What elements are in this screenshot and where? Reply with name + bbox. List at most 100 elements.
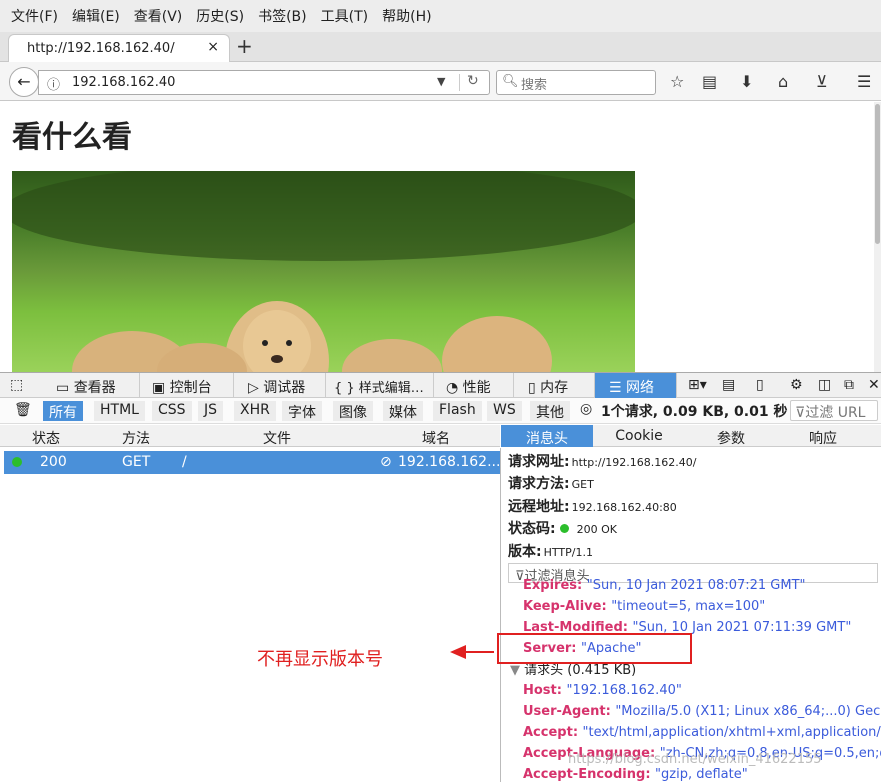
page-title: 看什么看 (12, 120, 132, 155)
menu-help[interactable]: 帮助(H) (375, 6, 438, 26)
filter-other[interactable]: 其他 (530, 401, 570, 421)
puppies-image (12, 171, 635, 372)
url-text[interactable]: 192.168.162.40 (72, 75, 175, 90)
row-method: GET (122, 454, 151, 470)
request-method-row: 请求方法: GET (508, 473, 594, 493)
tab-memory[interactable]: ▯ 内存 (514, 373, 595, 398)
tab-params[interactable]: 参数 (685, 425, 777, 447)
menu-bar: 文件(F) 编辑(E) 查看(V) 历史(S) 书签(B) 工具(T) 帮助(H… (0, 0, 881, 32)
request-summary: 1个请求, 0.09 KB, 0.01 秒 (601, 404, 788, 420)
annotation-text: 不再显示版本号 (257, 649, 383, 670)
status-code-label: 状态码: (508, 521, 556, 537)
filter-media[interactable]: 媒体 (383, 401, 423, 421)
tab-console[interactable]: ▣ 控制台 (140, 373, 234, 398)
new-tab-icon[interactable]: + (236, 34, 253, 58)
responsive-icon[interactable]: ▯ (756, 373, 764, 398)
filter-css[interactable]: CSS (152, 401, 192, 421)
tab-style-editor[interactable]: { } 样式编辑… (326, 373, 434, 398)
status-code-value: 200 OK (576, 523, 617, 536)
tab-memory-label: 内存 (540, 380, 569, 396)
bookmark-star-icon[interactable]: ☆ (670, 72, 684, 91)
tab-response[interactable]: 响应 (777, 425, 869, 447)
col-status[interactable]: 状态 (32, 428, 60, 448)
header-name: Keep-Alive (523, 599, 602, 614)
url-bar[interactable]: ⓘ 192.168.162.40 ▼ ↻ (38, 70, 490, 95)
url-filter-input[interactable]: ⊽过滤 URL (790, 400, 878, 421)
menu-edit[interactable]: 编辑(E) (65, 6, 127, 26)
pick-element-icon[interactable]: ⬚ (10, 373, 40, 398)
col-domain[interactable]: 域名 (422, 428, 450, 448)
download-icon[interactable]: ⬇ (740, 72, 753, 91)
request-header-row: User-Agent: "Mozilla/5.0 (X11; Linux x86… (523, 704, 881, 719)
undock-icon[interactable]: ⧉ (844, 373, 854, 398)
settings-gear-icon[interactable]: ⚙ (790, 373, 803, 398)
header-value: "Mozilla/5.0 (X11; Linux x86_64;...0) Ge… (615, 704, 881, 719)
debugger-icon: ▷ (248, 380, 264, 396)
header-name: Accept-Encoding (523, 767, 646, 782)
tab-inspector[interactable]: ▭ 查看器 (40, 373, 140, 398)
request-url-label: 请求网址: (508, 454, 570, 470)
memory-icon: ▯ (528, 380, 541, 396)
filter-html[interactable]: HTML (94, 401, 145, 421)
header-name: Expires (523, 578, 577, 593)
col-file[interactable]: 文件 (263, 428, 291, 448)
filter-xhr[interactable]: XHR (234, 401, 276, 421)
tab-network[interactable]: ☰ 网络 (595, 373, 677, 398)
reload-stats-icon[interactable]: ◎ (580, 401, 592, 417)
status-code-row: 状态码: 200 OK (508, 518, 617, 538)
header-value: "gzip, deflate" (655, 767, 748, 782)
network-icon: ☰ (609, 380, 627, 396)
collapse-triangle-icon: ▼ (510, 663, 525, 678)
header-value: "timeout=5, max=100" (611, 599, 766, 614)
menu-history[interactable]: 历史(S) (189, 6, 251, 26)
back-button[interactable]: ← (9, 67, 39, 97)
menu-tools[interactable]: 工具(T) (314, 6, 375, 26)
menu-view[interactable]: 查看(V) (127, 6, 190, 26)
tab-debugger[interactable]: ▷ 调试器 (234, 373, 326, 398)
back-arrow-icon: ← (17, 72, 31, 91)
response-header-row: Expires: "Sun, 10 Jan 2021 08:07:21 GMT" (523, 578, 806, 593)
reload-icon[interactable]: ↻ (467, 73, 479, 89)
filter-images[interactable]: 图像 (333, 401, 373, 421)
dock-icon[interactable]: ◫ (818, 373, 831, 398)
scratchpad-icon[interactable]: ▤ (722, 373, 735, 398)
dropdown-arrow-icon[interactable]: ▼ (437, 75, 445, 88)
filter-js[interactable]: JS (198, 401, 224, 421)
search-input[interactable]: 🔍︎ 搜索 (496, 70, 656, 95)
request-list-header: 状态 方法 文件 域名 (0, 425, 500, 447)
split-layout-icon[interactable]: ⊞▾ (688, 373, 707, 398)
version-value: HTTP/1.1 (543, 546, 593, 559)
info-icon[interactable]: ⓘ (47, 74, 60, 93)
browser-tab[interactable]: http://192.168.162.40/ × (8, 34, 230, 63)
filter-ws[interactable]: WS (487, 401, 522, 421)
menu-hamburger-icon[interactable]: ☰ (857, 72, 871, 91)
filter-flash[interactable]: Flash (433, 401, 482, 421)
home-icon[interactable]: ⌂ (778, 72, 788, 91)
watermark: https://blog.csdn.net/weixin_41622155 (568, 752, 822, 767)
remote-address-row: 远程地址: 192.168.162.40:80 (508, 496, 677, 516)
menu-bookmarks[interactable]: 书签(B) (251, 6, 314, 26)
tab-headers[interactable]: 消息头 (501, 425, 593, 447)
filter-fonts[interactable]: 字体 (282, 401, 322, 421)
performance-icon: ◔ (446, 380, 463, 396)
network-filter-bar: 🗑︎ 所有 HTML CSS JS XHR 字体 图像 媒体 Flash WS … (0, 398, 881, 424)
remote-address-label: 远程地址: (508, 499, 570, 515)
pocket-icon[interactable]: ⊻ (816, 72, 828, 91)
inspector-icon: ▭ (56, 380, 74, 396)
console-icon: ▣ (152, 380, 170, 396)
menu-file[interactable]: 文件(F) (4, 6, 65, 26)
trash-icon[interactable]: 🗑︎ (8, 401, 38, 421)
table-row[interactable]: 200 GET / ⊘ 192.168.162.... (4, 451, 505, 474)
filter-icon: ⊽ (795, 405, 806, 421)
col-method[interactable]: 方法 (122, 428, 150, 448)
reading-list-icon[interactable]: ▤ (702, 72, 717, 91)
tab-console-label: 控制台 (169, 380, 212, 396)
close-devtools-icon[interactable]: ✕ (868, 373, 880, 398)
filter-all[interactable]: 所有 (43, 401, 83, 421)
tab-cookies[interactable]: Cookie (593, 425, 685, 447)
scrollbar-thumb[interactable] (875, 104, 880, 244)
tab-performance[interactable]: ◔ 性能 (434, 373, 514, 398)
close-tab-icon[interactable]: × (207, 39, 219, 55)
request-method-value: GET (571, 478, 594, 491)
page-scrollbar[interactable] (874, 102, 881, 372)
